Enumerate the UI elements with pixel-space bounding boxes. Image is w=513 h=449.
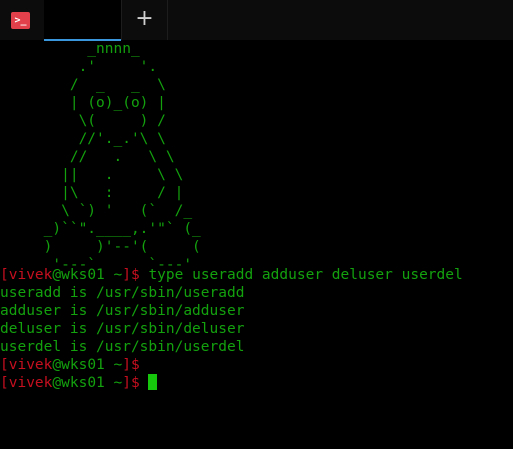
ascii-art-line: \ `) ' (` /_ [0,203,193,219]
prompt-bracket-open: [ [0,357,9,373]
terminal-output-area[interactable]: _nnnn_ .' '. / _ _ \ | (o)_(o) | \( ) / … [0,40,513,449]
ascii-art-line: | (o)_(o) | [0,95,166,111]
prompt-at: @ [52,267,62,283]
active-prompt-line[interactable]: [vivek@wks01 ~]$ [0,374,158,392]
prompt-bracket-close: ]$ [122,357,140,373]
ascii-art-line: \( ) / [0,113,166,129]
prompt-bracket-open: [ [0,375,9,391]
prompt-host: wks01 [61,267,105,283]
prompt-bracket-open: [ [0,267,9,283]
output-line: useradd is /usr/sbin/useradd [0,285,245,301]
terminal-app-icon[interactable]: >_ [11,12,30,29]
prompt-bracket-close: ]$ [122,267,140,283]
ascii-art-line: _nnnn_ [0,41,140,57]
output-line: adduser is /usr/sbin/adduser [0,303,245,319]
prompt-at: @ [52,357,62,373]
prompt-bracket-close: ]$ [122,375,140,391]
ascii-art-line: |\ : / | [0,185,184,201]
ascii-art-line: / _ _ \ [0,77,166,93]
prompt-at: @ [52,375,62,391]
prompt-dir: ~ [113,357,123,373]
ascii-art-line: _)``".____,.'"` (_ [0,221,201,237]
command-line: [vivek@wks01 ~]$ type useradd adduser de… [0,266,463,284]
ascii-art-line: || . \ \ [0,167,184,183]
ascii-art-line: .' '. [0,59,158,75]
text-cursor [148,374,158,390]
prompt-dir: ~ [113,267,123,283]
prompt-host: wks01 [61,357,105,373]
output-line: deluser is /usr/sbin/deluser [0,321,245,337]
ascii-art-line: ) )'--'( ( [0,239,201,255]
output-line: userdel is /usr/sbin/userdel [0,339,245,355]
tab-divider [167,0,168,40]
prompt-dir: ~ [113,375,123,391]
tab-active[interactable] [44,0,121,41]
prompt-host: wks01 [61,375,105,391]
prompt-user: vivek [8,267,53,283]
ascii-art-line: // . \ \ [0,149,175,165]
tab-bar: >_ + [0,0,513,41]
prompt-user: vivek [8,375,53,391]
ascii-art-line: //'._.'\ \ [0,131,166,147]
command-text: type useradd adduser deluser userdel [139,267,463,283]
new-tab-plus-icon[interactable]: + [122,0,167,40]
prompt-user: vivek [8,357,53,373]
prompt-line: [vivek@wks01 ~]$ [0,356,140,374]
